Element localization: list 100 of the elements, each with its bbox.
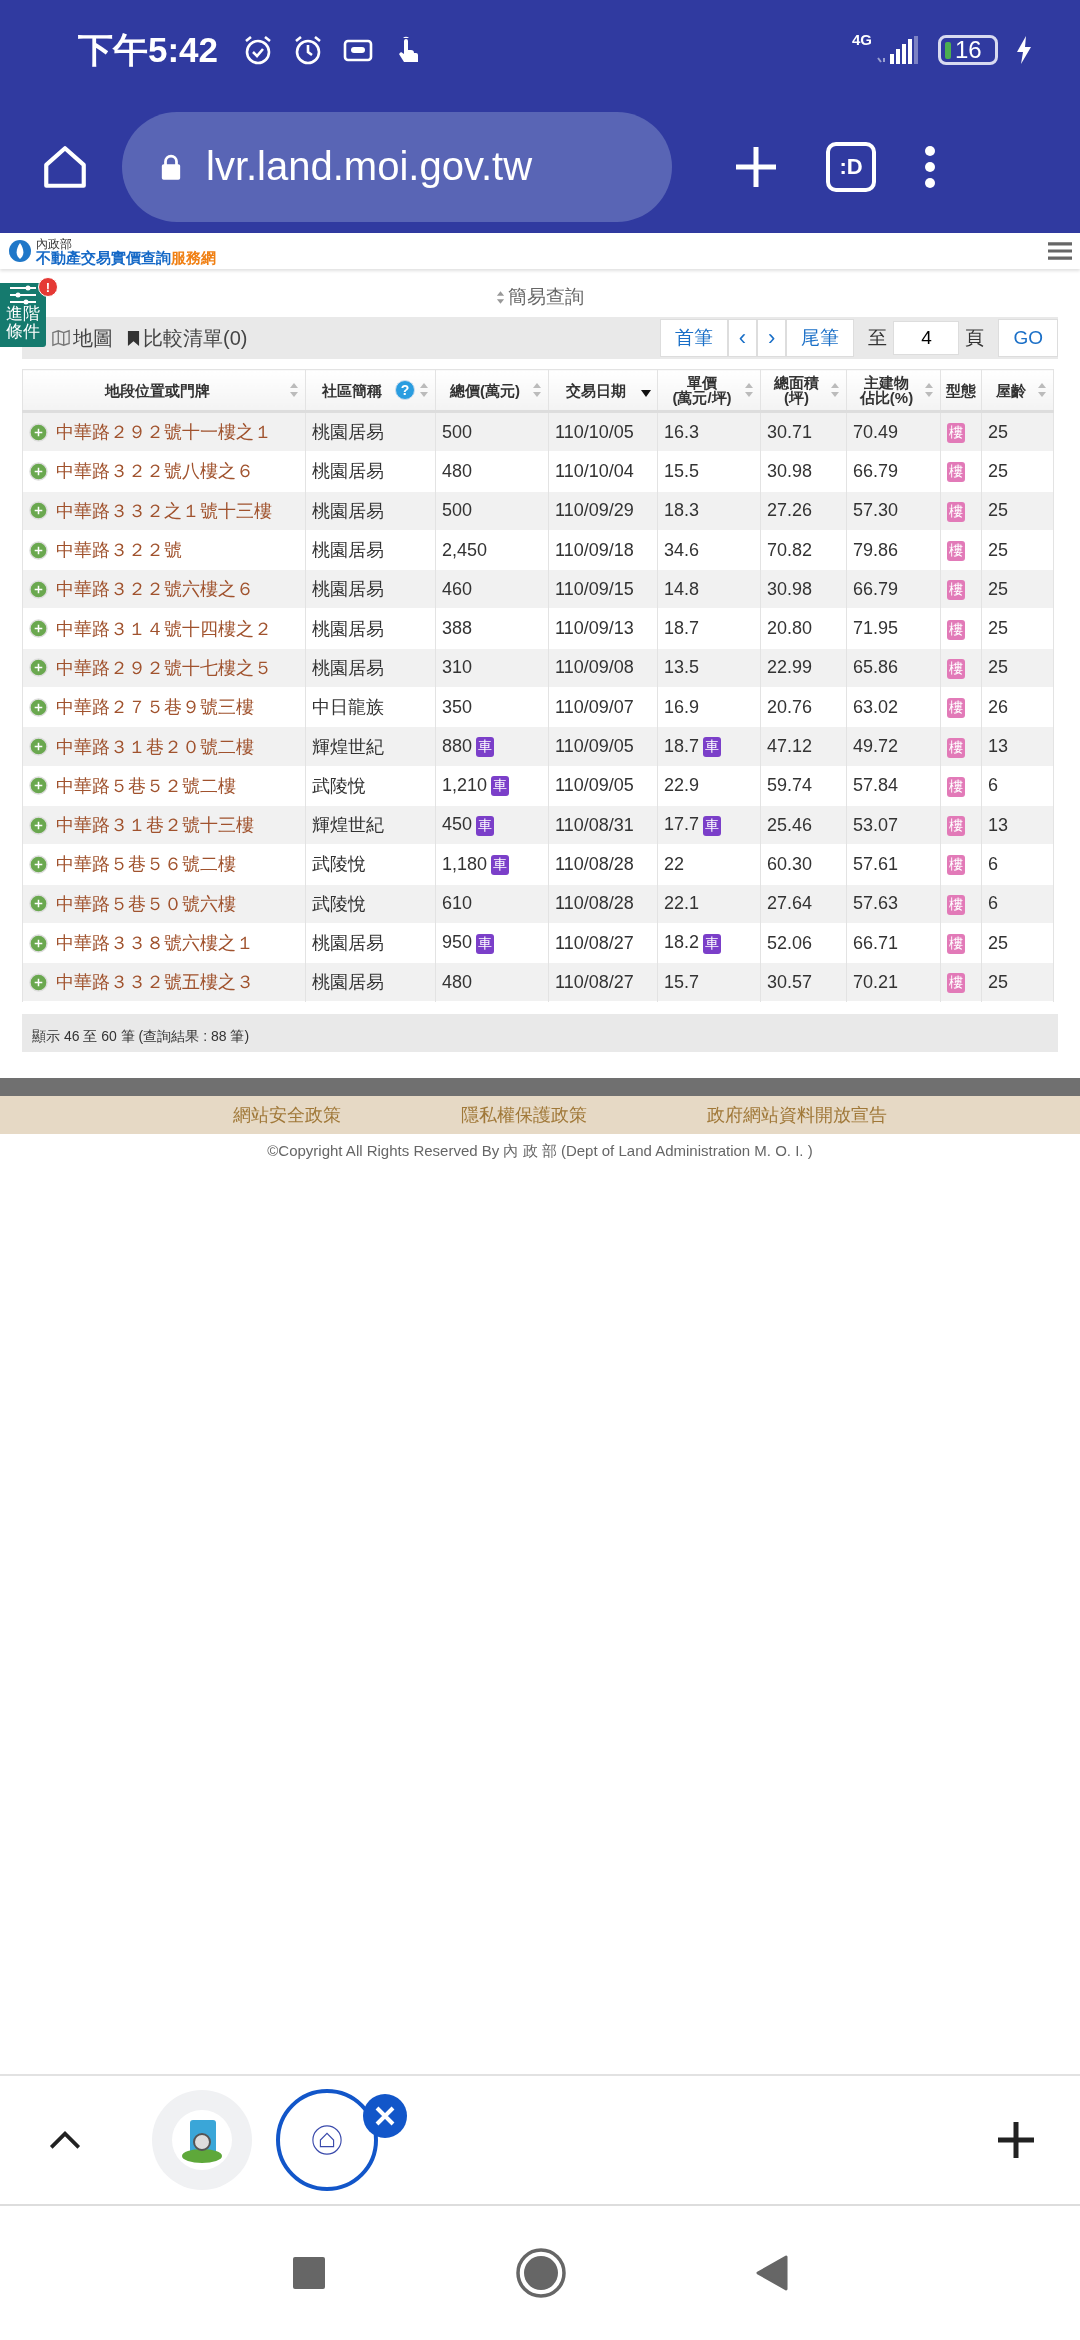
first-page-button[interactable]: 首筆 [659, 319, 728, 357]
expand-icon[interactable] [29, 461, 48, 481]
table-cell: 6 [988, 893, 998, 914]
table-cell: 71.95 [853, 618, 899, 639]
table-cell: 110/08/31 [555, 814, 634, 835]
table-cell: 25 [988, 618, 1009, 639]
table-cell: 輝煌世紀 [312, 815, 384, 836]
sort-icon[interactable] [289, 382, 299, 398]
table-cell: 500 [442, 500, 473, 521]
table-cell: 15.5 [664, 460, 700, 481]
simple-query-toggle[interactable]: 簡易查詢 [496, 284, 584, 310]
table-cell: 110/09/29 [555, 500, 634, 521]
charging-icon [1016, 36, 1032, 64]
table-cell: 18.7 [664, 735, 700, 756]
expand-icon[interactable] [29, 697, 48, 717]
go-button[interactable]: GO [998, 319, 1058, 357]
expand-icon[interactable] [29, 776, 48, 796]
table-cell: 桃園居易 [312, 657, 384, 678]
footer-link[interactable]: 政府網站資料開放宣告 [707, 1103, 887, 1128]
url-bar[interactable]: lvr.land.moi.gov.tw [122, 111, 672, 222]
expand-icon[interactable] [29, 933, 48, 953]
table-cell: 26 [988, 696, 1009, 717]
table-cell: 27.64 [767, 893, 813, 914]
table-cell: 66.79 [853, 578, 899, 599]
recents-icon[interactable] [292, 2256, 326, 2290]
help-icon[interactable]: ? [395, 380, 415, 400]
parking-badge: 車 [476, 737, 495, 758]
address-link[interactable]: 中華路５巷５６號二樓 [56, 852, 236, 877]
sort-icon[interactable] [1037, 382, 1047, 398]
previous-page-button[interactable]: ‹ [727, 319, 758, 357]
type-badge: 樓 [947, 698, 965, 719]
sort-icon[interactable] [532, 382, 542, 398]
table-cell: 49.72 [853, 736, 899, 756]
last-page-button[interactable]: 尾筆 [786, 319, 855, 357]
table-cell: 25 [988, 539, 1009, 560]
address-link[interactable]: 中華路３３８號六樓之１ [56, 931, 254, 955]
table-cell: 388 [442, 618, 473, 639]
table-cell: 13 [988, 814, 1009, 835]
battery-indicator: 16 [938, 35, 998, 65]
address-link[interactable]: 中華路２７５巷９號三樓 [56, 695, 254, 720]
address-link[interactable]: 中華路３１４號十四樓之２ [56, 616, 272, 641]
menu-icon[interactable] [1048, 241, 1072, 261]
table-cell: 武陵悅 [312, 854, 366, 875]
expand-icon[interactable] [29, 894, 48, 914]
table-cell: 25.46 [767, 814, 813, 835]
type-badge: 樓 [947, 580, 965, 601]
column-header[interactable]: 社區簡稱 [312, 382, 391, 398]
bookmark-icon [127, 329, 140, 347]
map-link[interactable]: 地圖 [52, 324, 113, 352]
tab-switcher-button[interactable]: :D [826, 141, 876, 192]
compare-list-link[interactable]: 比較清單(0) [127, 324, 248, 352]
table-cell: 17.7 [664, 814, 700, 835]
table-cell: 450 [442, 814, 473, 835]
sort-icon[interactable] [744, 382, 754, 398]
footer-link[interactable]: 隱私權保護政策 [461, 1103, 587, 1128]
table-cell: 桃園居易 [312, 579, 384, 600]
expand-icon[interactable] [29, 501, 48, 521]
expand-icon[interactable] [29, 854, 48, 874]
signal-icon [876, 36, 920, 64]
footer-link[interactable]: 網站安全政策 [233, 1103, 341, 1128]
table-cell: 16.3 [664, 421, 700, 442]
table-cell: 2,450 [442, 539, 488, 560]
address-link[interactable]: 中華路３２２號八樓之６ [56, 459, 254, 484]
page-input[interactable]: 4 [893, 321, 960, 355]
chevron-up-icon[interactable] [48, 2129, 82, 2151]
type-badge: 樓 [947, 541, 965, 562]
expand-icon[interactable] [29, 579, 48, 599]
table-cell: 中日龍族 [312, 697, 384, 718]
expand-icon[interactable] [29, 658, 48, 678]
address-link[interactable]: 中華路５巷５２號二樓 [56, 773, 236, 798]
expand-icon[interactable] [29, 422, 48, 442]
type-badge: 樓 [947, 816, 965, 837]
table-cell: 70.21 [853, 971, 899, 992]
add-icon[interactable] [996, 2120, 1036, 2160]
type-badge: 樓 [947, 462, 965, 483]
back-icon[interactable] [756, 2255, 788, 2291]
table-cell: 25 [988, 932, 1009, 953]
home-button-icon[interactable] [516, 2248, 566, 2298]
table-cell: 110/08/27 [555, 971, 634, 992]
expand-icon[interactable] [29, 972, 48, 992]
next-page-button[interactable]: › [757, 319, 787, 357]
more-options-icon[interactable] [924, 144, 936, 189]
table-cell: 20.80 [767, 618, 813, 639]
expand-icon[interactable] [29, 619, 48, 639]
expand-icon[interactable] [29, 737, 48, 756]
table-cell: 武陵悅 [312, 893, 366, 914]
expand-icon[interactable] [29, 540, 48, 560]
address-link[interactable]: 中華路３２２號 [56, 538, 182, 563]
status-time: 下午5:42 [78, 28, 219, 71]
table-cell: 18.2 [664, 932, 700, 953]
sort-icon[interactable] [924, 382, 934, 398]
table-cell: 30.98 [767, 578, 813, 599]
expand-icon[interactable] [29, 815, 48, 835]
site-title[interactable]: 不動產交易實價查詢服務網 [36, 249, 216, 265]
sort-icon[interactable] [419, 382, 429, 398]
type-badge: 樓 [947, 973, 965, 994]
sort-icon[interactable] [830, 382, 840, 398]
advanced-filter-button[interactable]: 進階 條件 [0, 283, 46, 347]
table-cell: 1,180 [442, 853, 488, 874]
close-icon[interactable] [363, 2094, 407, 2138]
